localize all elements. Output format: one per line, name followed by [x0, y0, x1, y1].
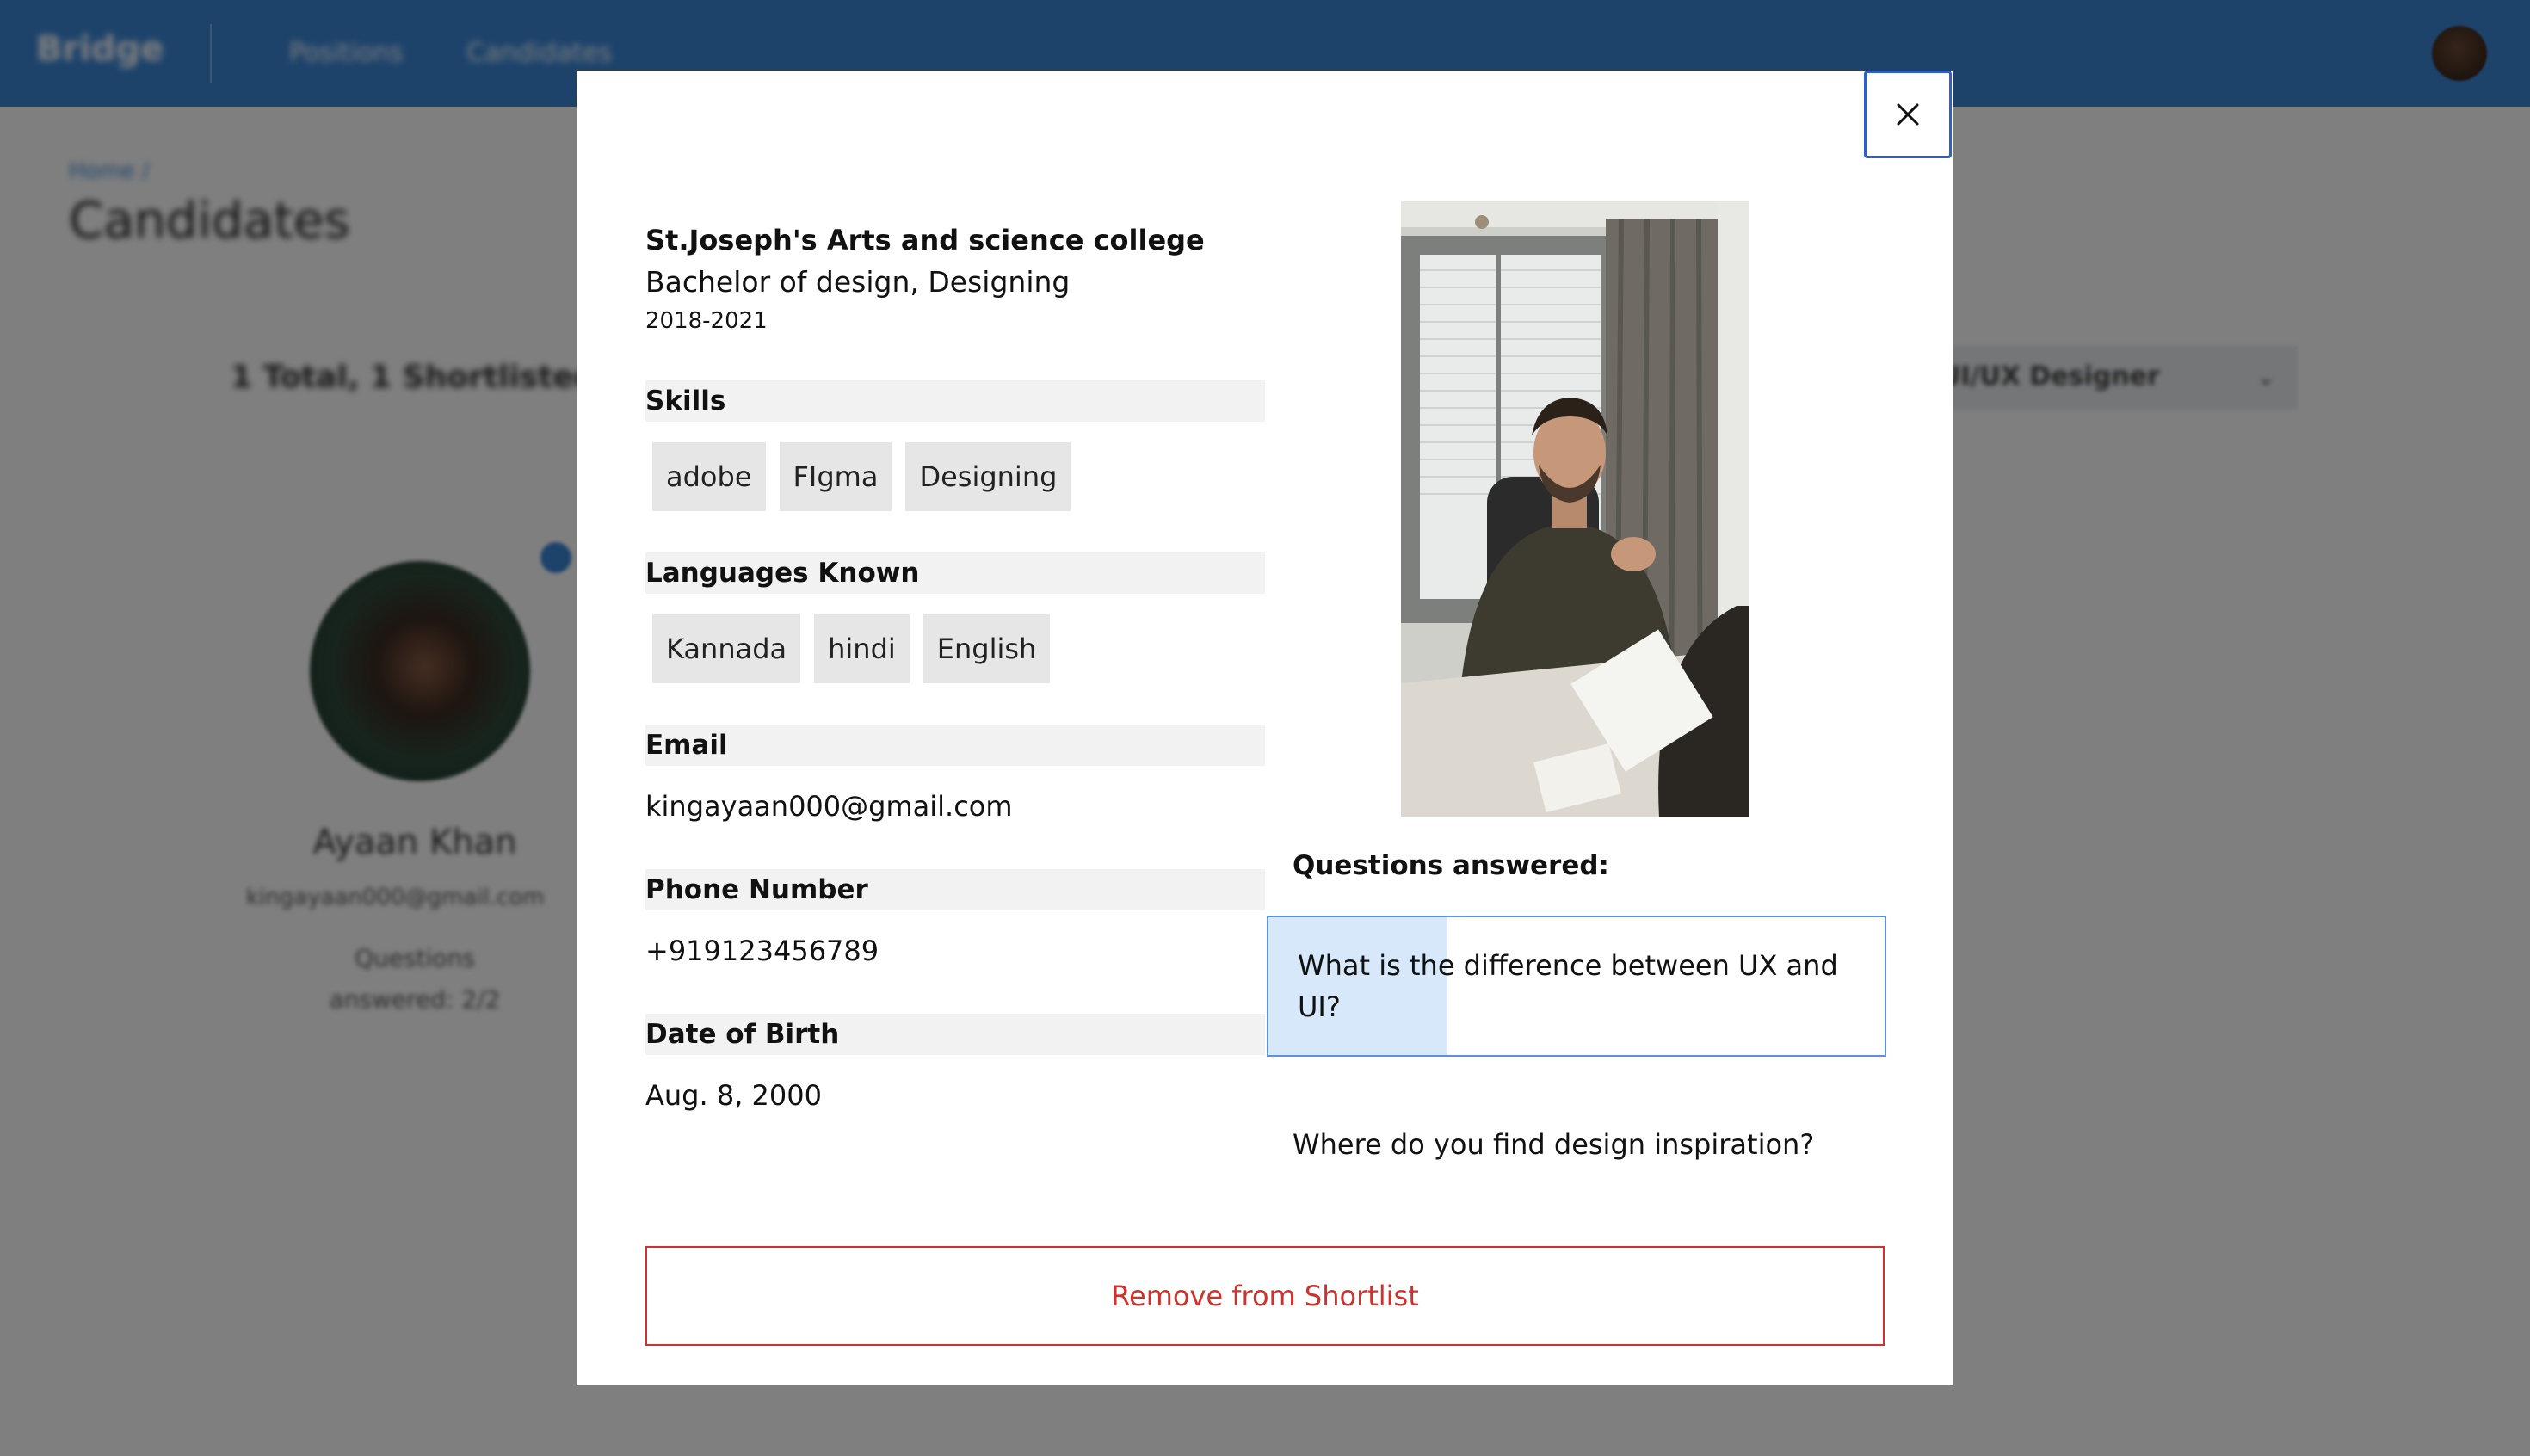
email-value: kingayaan000@gmail.com: [645, 790, 1013, 823]
language-chip: English: [923, 614, 1051, 683]
question-item[interactable]: Where do you find design inspiration?: [1267, 1124, 1886, 1165]
email-heading: Email: [645, 725, 1265, 766]
skills-list: adobe FIgma Designing: [652, 442, 1071, 511]
education-school: St.Joseph's Arts and science college: [645, 224, 1205, 256]
skill-chip: adobe: [652, 442, 766, 511]
education-years: 2018-2021: [645, 308, 768, 334]
candidate-photo: [1401, 201, 1749, 817]
dob-heading: Date of Birth: [645, 1014, 1265, 1055]
candidate-photo-image: [1401, 201, 1749, 817]
close-icon: [1897, 103, 1919, 126]
skill-chip: FIgma: [779, 442, 892, 511]
language-chip: hindi: [814, 614, 910, 683]
skills-heading: Skills: [645, 380, 1265, 422]
languages-heading: Languages Known: [645, 552, 1265, 594]
question-item-active[interactable]: What is the difference between UX and UI…: [1267, 916, 1886, 1057]
question-highlight: [1268, 917, 1447, 1055]
candidate-detail-modal: St.Joseph's Arts and science college Bac…: [577, 71, 1953, 1385]
remove-from-shortlist-button[interactable]: Remove from Shortlist: [645, 1246, 1885, 1346]
languages-list: Kannada hindi English: [652, 614, 1051, 683]
close-button[interactable]: [1864, 71, 1952, 158]
dob-value: Aug. 8, 2000: [645, 1079, 822, 1112]
skill-chip: Designing: [905, 442, 1071, 511]
questions-heading: Questions answered:: [1293, 850, 1609, 881]
phone-value: +919123456789: [645, 935, 879, 967]
language-chip: Kannada: [652, 614, 801, 683]
education-degree: Bachelor of design, Designing: [645, 265, 1071, 299]
phone-heading: Phone Number: [645, 869, 1265, 910]
question-text: Where do you find design inspiration?: [1293, 1128, 1815, 1161]
